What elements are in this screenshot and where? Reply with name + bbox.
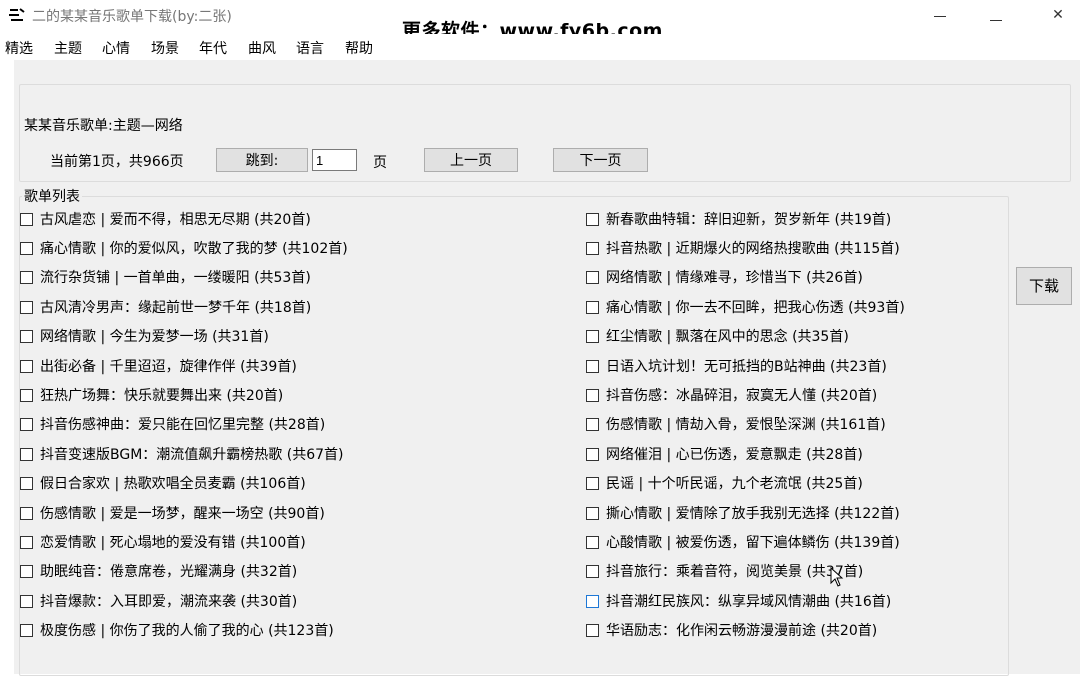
checkbox[interactable] (586, 360, 599, 373)
checkbox[interactable] (20, 448, 33, 461)
list-item-label: 网络催泪 | 心已伤透，爱意飘走 (共28首) (606, 447, 863, 463)
checkbox[interactable] (20, 242, 33, 255)
checkbox[interactable] (20, 389, 33, 402)
checkbox[interactable] (586, 536, 599, 549)
checkbox[interactable] (586, 271, 599, 284)
list-item-label: 极度伤感 | 你伤了我的人偷了我的心 (共123首) (40, 623, 334, 639)
mouse-cursor-icon (830, 567, 844, 587)
checkbox[interactable] (20, 330, 33, 343)
checkbox[interactable] (20, 301, 33, 314)
checkbox[interactable] (20, 536, 33, 549)
jump-button[interactable]: 跳到: (216, 148, 308, 172)
list-item-label: 抖音伤感神曲：爱只能在回忆里完整 (共28首) (40, 417, 326, 433)
checkbox[interactable] (586, 595, 599, 608)
menu-item-theme[interactable]: 主题 (54, 38, 82, 58)
checkbox[interactable] (586, 477, 599, 490)
checkbox[interactable] (20, 595, 33, 608)
menu-item-era[interactable]: 年代 (199, 38, 227, 58)
minimize-icon (934, 16, 946, 17)
maximize-icon (990, 20, 1002, 21)
checkbox[interactable] (586, 418, 599, 431)
list-item-label: 抖音热歌 | 近期爆火的网络热搜歌曲 (共115首) (606, 241, 900, 257)
close-icon: ✕ (1052, 7, 1064, 23)
list-item-label: 恋爱情歌 | 死心塌地的爱没有错 (共100首) (40, 535, 306, 551)
list-item-label: 日语入坑计划！无可抵挡的B站神曲 (共23首) (606, 359, 887, 375)
title-bar: 二的某某音乐歌单下载(by:二张) 更多软件：www.fy6b.com ✕ (0, 0, 1080, 42)
list-item-label: 伤感情歌 | 爱是一场梦，醒来一场空 (共90首) (40, 506, 325, 522)
checkbox[interactable] (20, 565, 33, 578)
list-item-label: 网络情歌 | 情缘难寻，珍惜当下 (共26首) (606, 270, 863, 286)
list-item-label: 出街必备 | 千里迢迢，旋律作伴 (共39首) (40, 359, 297, 375)
menu-item-help[interactable]: 帮助 (345, 38, 373, 58)
menu-item-genre[interactable]: 曲风 (248, 38, 276, 58)
checkbox[interactable] (586, 301, 599, 314)
list-item-label: 伤感情歌 | 情劫入骨，爱恨坠深渊 (共161首) (606, 417, 886, 433)
checkbox[interactable] (586, 565, 599, 578)
close-button[interactable]: ✕ (1030, 0, 1080, 32)
checkbox[interactable] (586, 330, 599, 343)
list-item-label: 抖音变速版BGM：潮流值飙升霸榜热歌 (共67首) (40, 447, 344, 463)
list-item-label: 流行杂货铺 | 一首单曲，一缕暖阳 (共53首) (40, 270, 311, 286)
list-item-label: 古风清冷男声：缘起前世一梦千年 (共18首) (40, 300, 312, 316)
checkbox[interactable] (20, 418, 33, 431)
list-item-label: 狂热广场舞：快乐就要舞出来 (共20首) (40, 388, 284, 404)
checkbox[interactable] (586, 389, 599, 402)
playlist-category-label: 某某音乐歌单:主题—网络 (24, 118, 183, 134)
next-page-button[interactable]: 下一页 (553, 148, 648, 172)
checkbox[interactable] (20, 477, 33, 490)
list-item-label: 假日合家欢 | 热歌欢唱全员麦霸 (共106首) (40, 476, 306, 492)
window-title: 二的某某音乐歌单下载(by:二张) (32, 9, 232, 25)
list-item-label: 抖音爆款：入耳即爱，潮流来袭 (共30首) (40, 594, 298, 610)
list-item-label: 红尘情歌 | 飘落在风中的思念 (共35首) (606, 329, 849, 345)
page-unit-label: 页 (373, 155, 387, 171)
list-item-label: 网络情歌 | 今生为爱梦一场 (共31首) (40, 329, 269, 345)
list-item-label: 古风虐恋 | 爱而不得，相思无尽期 (共20首) (40, 212, 311, 228)
list-item-label: 抖音潮红民族风：纵享异域风情潮曲 (共16首) (606, 594, 892, 610)
menu-item-language[interactable]: 语言 (296, 38, 324, 58)
checkbox[interactable] (586, 213, 599, 226)
maximize-button[interactable] (968, 0, 1024, 32)
playlist-group-legend: 歌单列表 (22, 186, 82, 206)
checkbox[interactable] (20, 624, 33, 637)
list-item-label: 民谣 | 十个听民谣，九个老流氓 (共25首) (606, 476, 863, 492)
prev-page-button[interactable]: 上一页 (424, 148, 518, 172)
menu-item-scene[interactable]: 场景 (151, 38, 179, 58)
checkbox[interactable] (20, 360, 33, 373)
checkbox[interactable] (20, 271, 33, 284)
list-item-label: 华语励志：化作闲云畅游漫漫前途 (共20首) (606, 623, 878, 639)
minimize-button[interactable] (912, 0, 968, 32)
checkbox[interactable] (586, 624, 599, 637)
page-number-input[interactable] (312, 149, 357, 171)
list-item-label: 抖音伤感：冰晶碎泪，寂寞无人懂 (共20首) (606, 388, 878, 404)
checkbox[interactable] (586, 242, 599, 255)
list-item-label: 痛心情歌 | 你的爱似风，吹散了我的梦 (共102首) (40, 241, 348, 257)
list-item-label: 助眠纯音：倦意席卷，光耀满身 (共32首) (40, 564, 298, 580)
download-button[interactable]: 下载 (1016, 267, 1072, 305)
list-item-label: 新春歌曲特辑：辞旧迎新，贺岁新年 (共19首) (606, 212, 892, 228)
menu-item-featured[interactable]: 精选 (5, 38, 33, 58)
menu-item-mood[interactable]: 心情 (102, 38, 130, 58)
list-item-label: 痛心情歌 | 你一去不回眸，把我心伤透 (共93首) (606, 300, 905, 316)
checkbox[interactable] (586, 507, 599, 520)
checkbox[interactable] (20, 507, 33, 520)
menu-bar: 精选 主题 心情 场景 年代 曲风 语言 帮助 (0, 34, 1080, 60)
checkbox[interactable] (586, 448, 599, 461)
list-item-label: 心酸情歌 | 被爱伤透，留下遍体鳞伤 (共139首) (606, 535, 900, 551)
page-info-text: 当前第1页，共966页 (50, 154, 184, 170)
list-item-label: 撕心情歌 | 爱情除了放手我别无选择 (共122首) (606, 506, 900, 522)
checkbox[interactable] (20, 213, 33, 226)
list-item-label: 抖音旅行：乘着音符，阅览美景 (共37首) (606, 564, 864, 580)
app-logo-icon (9, 8, 25, 21)
